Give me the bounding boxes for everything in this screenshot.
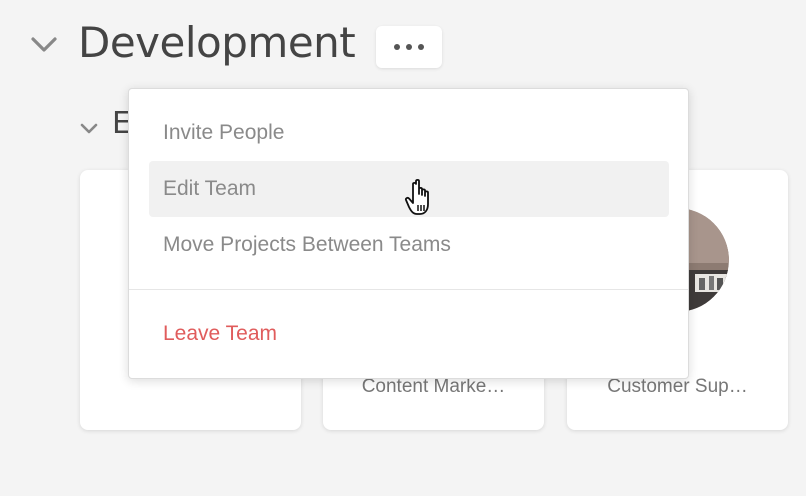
group-chevron-down-icon[interactable] (80, 122, 98, 136)
hand-pointer-cursor-icon (404, 178, 429, 215)
more-horizontal-icon (394, 44, 400, 50)
member-role: Content Marke… (361, 376, 506, 397)
team-options-menu: Invite People Edit Team Move Projects Be… (128, 88, 689, 379)
chevron-down-icon[interactable] (30, 34, 58, 56)
team-title: Development (78, 18, 356, 67)
member-role: Customer Sup… (607, 376, 748, 397)
page: Development E Content Marke… Customer Su… (0, 0, 806, 496)
menu-item-move-projects[interactable]: Move Projects Between Teams (149, 217, 669, 273)
team-more-button[interactable] (376, 26, 442, 68)
menu-divider (129, 289, 688, 290)
menu-item-invite-people[interactable]: Invite People (149, 105, 669, 161)
menu-item-leave-team[interactable]: Leave Team (149, 306, 669, 362)
